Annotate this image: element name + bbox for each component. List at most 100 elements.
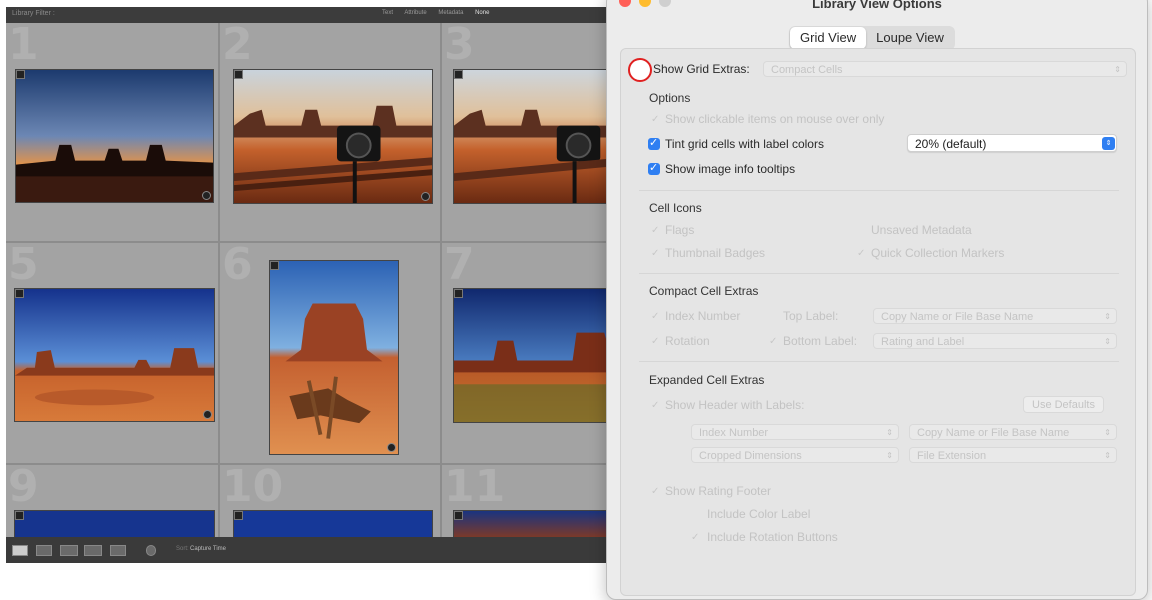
sort-value[interactable]: Capture Time — [190, 546, 226, 552]
filter-text-option[interactable]: Text — [382, 10, 393, 16]
header-field2-value: Copy Name or File Base Name — [917, 427, 1070, 439]
highlight-circle-marker — [628, 58, 652, 82]
top-label-value: Copy Name or File Base Name — [881, 311, 1034, 323]
checkmark-icon: ✓ — [651, 311, 660, 322]
cell-index-number: 5 — [8, 243, 39, 290]
section-divider — [639, 273, 1119, 274]
cell-index-number: 9 — [8, 465, 39, 512]
flag-badge-icon — [270, 261, 279, 270]
grid-extras-value: Compact Cells — [771, 64, 843, 76]
cell-index-number: 2 — [222, 23, 253, 70]
checkmark-icon: ✓ — [651, 336, 660, 347]
chevron-updown-icon: ⇕ — [1104, 312, 1111, 321]
flag-badge-icon — [454, 289, 463, 298]
grid-cell-3[interactable]: 3 — [442, 23, 606, 243]
image-info-tooltips-label: Show image info tooltips — [665, 162, 796, 176]
sort-label: Sort: — [176, 546, 189, 552]
include-color-label-option[interactable]: Include Color Label — [707, 507, 810, 521]
header-field2-select[interactable]: Copy Name or File Base Name ⇕ — [909, 424, 1117, 440]
header-field3-select[interactable]: Cropped Dimensions ⇕ — [691, 447, 899, 463]
header-field3-value: Cropped Dimensions — [699, 450, 802, 462]
library-view-options-dialog: Library View Options Grid View Loupe Vie… — [606, 0, 1148, 600]
checkmark-icon: ✓ — [769, 336, 778, 347]
photo-thumbnail-selected[interactable] — [270, 261, 398, 454]
grid-view-icon[interactable] — [12, 545, 28, 556]
loupe-view-icon[interactable] — [36, 545, 52, 556]
unsaved-metadata-option[interactable]: Unsaved Metadata — [871, 223, 972, 237]
view-tab-control: Grid View Loupe View — [789, 26, 955, 50]
people-view-icon[interactable] — [110, 545, 126, 556]
expanded-cell-extras-heading: Expanded Cell Extras — [649, 373, 765, 387]
photo-thumbnail[interactable] — [234, 70, 432, 203]
clickable-items-option[interactable]: Show clickable items on mouse over only — [665, 112, 884, 126]
library-filter-options: Text Attribute Metadata None — [382, 10, 499, 16]
section-divider — [639, 361, 1119, 362]
checkmark-icon: ✓ — [651, 248, 660, 259]
top-label-option[interactable]: Top Label: — [783, 309, 838, 323]
quick-collection-option[interactable]: Quick Collection Markers — [871, 246, 1004, 260]
chevron-updown-icon: ⇕ — [1102, 137, 1115, 150]
checkmark-icon: ✓ — [651, 400, 660, 411]
grid-cell-5[interactable]: 5 — [6, 243, 220, 465]
chevron-updown-icon: ⇕ — [886, 428, 893, 437]
thumbnail-badge-icon — [202, 191, 211, 200]
top-label-select[interactable]: Copy Name or File Base Name ⇕ — [873, 308, 1117, 324]
include-rotation-buttons-option[interactable]: Include Rotation Buttons — [707, 530, 838, 544]
bottom-label-option[interactable]: Bottom Label: — [783, 334, 857, 348]
tint-amount-select[interactable]: 20% (default) ⇕ — [907, 134, 1117, 152]
grid-cell-7[interactable]: 7 — [442, 243, 606, 465]
photo-thumbnail[interactable] — [15, 289, 214, 421]
show-header-option[interactable]: Show Header with Labels: — [665, 398, 804, 412]
header-field1-select[interactable]: Index Number ⇕ — [691, 424, 899, 440]
flags-option[interactable]: Flags — [665, 223, 694, 237]
checkmark-icon: ✓ — [691, 532, 700, 543]
flag-badge-icon — [15, 289, 24, 298]
filter-attribute-option[interactable]: Attribute — [404, 10, 426, 16]
thumbnail-badge-icon — [387, 443, 396, 452]
photo-thumbnail[interactable] — [454, 70, 606, 203]
tint-amount-value: 20% (default) — [915, 137, 987, 151]
checkmark-icon: ✓ — [651, 225, 660, 236]
library-filter-bar: Library Filter : Text Attribute Metadata… — [6, 7, 606, 23]
tab-loupe-view[interactable]: Loupe View — [866, 27, 954, 49]
cell-index-number: 11 — [444, 465, 506, 512]
options-heading: Options — [649, 91, 691, 105]
header-field4-value: File Extension — [917, 450, 987, 462]
cell-index-number: 3 — [444, 23, 475, 70]
tint-cells-checkbox[interactable] — [648, 136, 660, 150]
library-filter-label: Library Filter : — [12, 10, 55, 17]
bottom-label-value: Rating and Label — [881, 336, 965, 348]
photo-thumbnail[interactable] — [454, 289, 606, 422]
grid-cell-1[interactable]: 1 — [6, 23, 220, 243]
painter-icon[interactable] — [146, 545, 156, 556]
grid-cell-2[interactable]: 2 — [220, 23, 442, 243]
header-field1-value: Index Number — [699, 427, 769, 439]
flag-badge-icon — [454, 511, 463, 520]
library-toolbar: Sort: Capture Time — [6, 537, 606, 563]
image-info-tooltips-checkbox[interactable] — [648, 161, 660, 175]
tab-grid-view[interactable]: Grid View — [790, 27, 867, 49]
index-number-option[interactable]: Index Number — [665, 309, 740, 323]
filter-metadata-option[interactable]: Metadata — [438, 10, 463, 16]
survey-view-icon[interactable] — [84, 545, 102, 556]
thumbnail-badges-option[interactable]: Thumbnail Badges — [665, 246, 765, 260]
compare-view-icon[interactable] — [60, 545, 78, 556]
cell-index-number: 1 — [8, 23, 39, 70]
use-defaults-button[interactable]: Use Defaults — [1023, 396, 1104, 413]
photo-thumbnail[interactable] — [16, 70, 213, 202]
header-field4-select[interactable]: File Extension ⇕ — [909, 447, 1117, 463]
show-rating-footer-option[interactable]: Show Rating Footer — [665, 484, 771, 498]
dialog-title: Library View Options — [812, 0, 942, 11]
grid-cell-6[interactable]: 6 — [220, 243, 442, 465]
grid-view-pane: Show Grid Extras: Compact Cells ⇕ Option… — [620, 48, 1136, 596]
cell-index-number: 6 — [222, 243, 253, 290]
bottom-label-select[interactable]: Rating and Label ⇕ — [873, 333, 1117, 349]
filter-none-option[interactable]: None — [475, 10, 489, 16]
flag-badge-icon — [16, 70, 25, 79]
grid-extras-select[interactable]: Compact Cells ⇕ — [763, 61, 1127, 77]
thumbnail-badge-icon — [203, 410, 212, 419]
chevron-updown-icon: ⇕ — [886, 451, 893, 460]
chevron-updown-icon: ⇕ — [1114, 65, 1121, 74]
cell-icons-heading: Cell Icons — [649, 201, 702, 215]
rotation-option[interactable]: Rotation — [665, 334, 710, 348]
